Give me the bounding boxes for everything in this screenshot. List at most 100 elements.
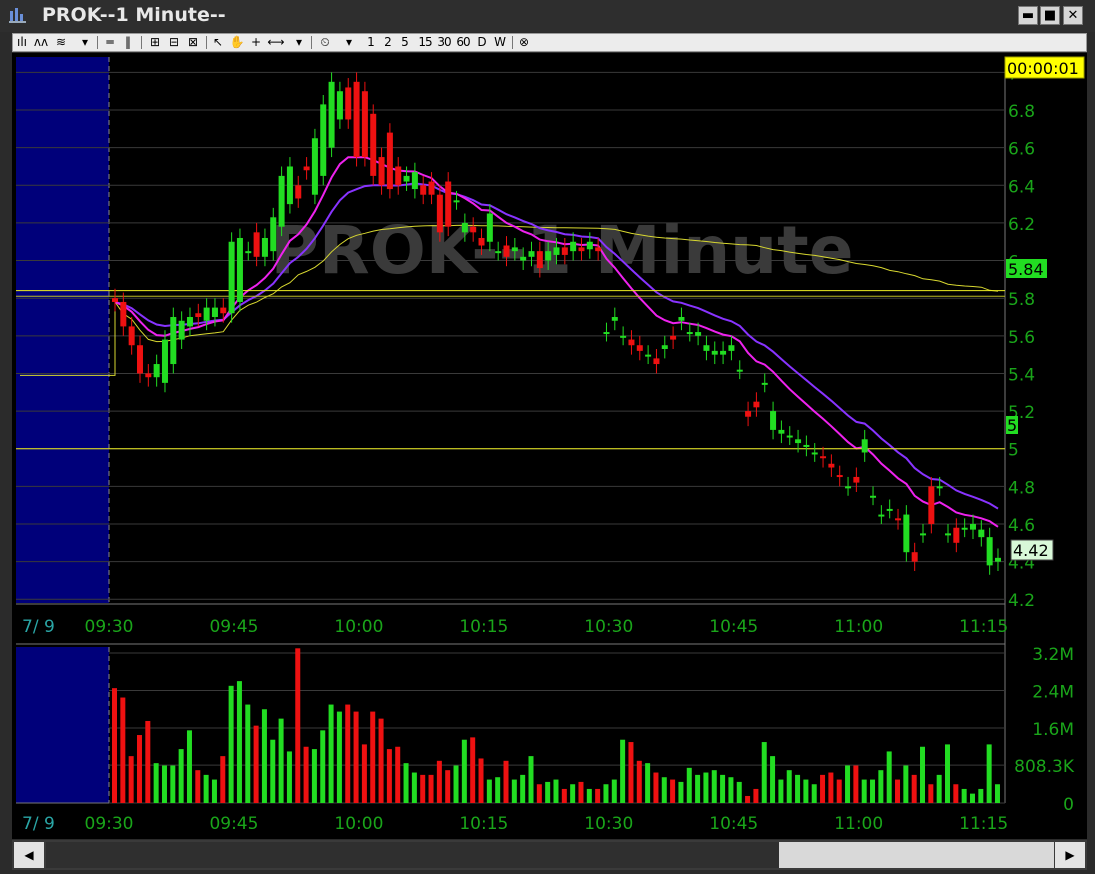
candle-body: [961, 527, 968, 530]
volume-bar: [378, 718, 384, 803]
candle-body: [345, 87, 352, 120]
volume-bar: [120, 697, 126, 803]
maximize-button[interactable]: ■: [1040, 6, 1060, 25]
volume-bar: [186, 730, 192, 803]
candle-body: [445, 181, 452, 227]
candle-body: [311, 138, 318, 195]
candle-body: [295, 185, 302, 199]
volume-bar: [545, 781, 551, 803]
measure-icon[interactable]: ⟷: [267, 34, 285, 51]
line-chart-icon[interactable]: ≋: [53, 34, 69, 51]
candle-chart-icon[interactable]: ᴧᴧ: [33, 34, 49, 51]
volume-bar: [236, 681, 242, 803]
volume-bar: [803, 779, 809, 803]
candle-body: [986, 537, 993, 566]
vertical-line-icon[interactable]: ‖: [121, 34, 135, 51]
horizontal-line-icon[interactable]: ═: [103, 34, 117, 51]
close-button[interactable]: ✕: [1063, 6, 1083, 25]
volume-bar: [645, 763, 651, 803]
volume-bar: [969, 793, 975, 803]
candle-body: [178, 320, 185, 340]
volume-bar: [886, 751, 892, 803]
time-tick-label: 10:30: [584, 617, 633, 637]
volume-bar: [220, 756, 226, 803]
interval-1-button[interactable]: 1: [365, 34, 377, 51]
title-bar[interactable]: PROK--1 Minute-- ▬ ■ ✕: [0, 0, 1095, 32]
candle-body: [845, 486, 852, 489]
volume-bar: [836, 779, 842, 803]
interval-weekly-button[interactable]: W: [492, 34, 508, 51]
bar-chart-icon[interactable]: ılı: [15, 34, 29, 51]
toolbar-divider: [512, 36, 513, 49]
interval-15-button[interactable]: 15: [416, 34, 434, 51]
volume-bar: [411, 772, 417, 803]
candle-body: [928, 486, 935, 524]
candle-body: [261, 237, 268, 257]
volume-bar: [911, 774, 917, 803]
candle-body: [528, 251, 535, 257]
scroll-right-icon[interactable]: ▶: [1055, 842, 1085, 868]
candle-body: [978, 529, 985, 538]
volume-bar: [303, 746, 309, 803]
clock-icon[interactable]: ⏲: [317, 34, 333, 51]
chart-area[interactable]: PROK--1 Minute 4.2 4.4 4.6 4.8 5 5.2 5.4 5.6 5.8…: [12, 53, 1087, 839]
scroll-left-icon[interactable]: ◀: [14, 842, 44, 868]
time-tick-label: 09:45: [209, 617, 258, 637]
volume-bar: [795, 774, 801, 803]
volume-bar: [228, 685, 234, 803]
toolbar-divider: [97, 36, 98, 49]
minimize-button[interactable]: ▬: [1018, 6, 1038, 25]
price-tick-label: 6.4: [1008, 177, 1035, 197]
volume-bar: [195, 770, 201, 803]
candle-body: [595, 247, 602, 252]
candle-body: [645, 354, 652, 357]
interval-60-button[interactable]: 60: [454, 34, 472, 51]
volume-bar: [178, 749, 184, 803]
candle-body: [420, 185, 427, 195]
zoom-box-icon[interactable]: ⊠: [185, 34, 201, 51]
cursor-arrow-icon[interactable]: ↖: [211, 34, 225, 51]
cancel-icon[interactable]: ⊗: [517, 34, 531, 51]
chart-canvas[interactable]: PROK--1 Minute 4.24.44.64.855.25.45.65.8…: [12, 53, 1087, 839]
candle-body: [686, 332, 693, 335]
volume-tick-label: 3.2M: [1032, 645, 1074, 665]
last-price-text: 4.42: [1013, 541, 1049, 560]
candle-body: [836, 475, 843, 478]
ema-slow-line: [114, 182, 999, 510]
split-window-icon[interactable]: ⊟: [166, 34, 182, 51]
interval-dropdown-icon[interactable]: ▾: [343, 34, 355, 51]
interval-daily-button[interactable]: D: [475, 34, 489, 51]
time-tick-label: 10:00: [334, 814, 383, 834]
volume-bar: [128, 756, 134, 803]
hand-pan-icon[interactable]: ✋: [229, 34, 245, 51]
level-high-text: 5.84: [1008, 260, 1044, 279]
scroll-track[interactable]: [46, 842, 779, 868]
volume-bar: [820, 774, 826, 803]
volume-bar: [470, 737, 476, 803]
interval-5-button[interactable]: 5: [399, 34, 411, 51]
crosshair-icon[interactable]: +: [249, 34, 263, 51]
interval-30-button[interactable]: 30: [435, 34, 453, 51]
volume-bar: [603, 784, 609, 803]
volume-bar: [570, 784, 576, 803]
volume-bar: [620, 739, 626, 803]
interval-2-button[interactable]: 2: [382, 34, 394, 51]
scroll-thumb[interactable]: [779, 842, 1054, 868]
candle-body: [861, 439, 868, 453]
candle-body: [278, 175, 285, 227]
volume-bar: [336, 711, 342, 803]
candle-body: [286, 166, 293, 205]
tools-dropdown-icon[interactable]: ▾: [293, 34, 305, 51]
candle-body: [253, 232, 260, 257]
horizontal-scrollbar[interactable]: ◀ ▶: [12, 840, 1087, 870]
volume-bar: [928, 784, 934, 803]
volume-bar: [811, 784, 817, 803]
candle-body: [145, 373, 152, 378]
volume-bar: [653, 772, 659, 803]
volume-bar: [561, 788, 567, 803]
candle-body: [778, 429, 785, 434]
premarket-shade: [16, 57, 109, 603]
grid-icon[interactable]: ⊞: [147, 34, 163, 51]
volume-bar: [853, 765, 859, 803]
chart-type-dropdown-icon[interactable]: ▾: [79, 34, 91, 51]
